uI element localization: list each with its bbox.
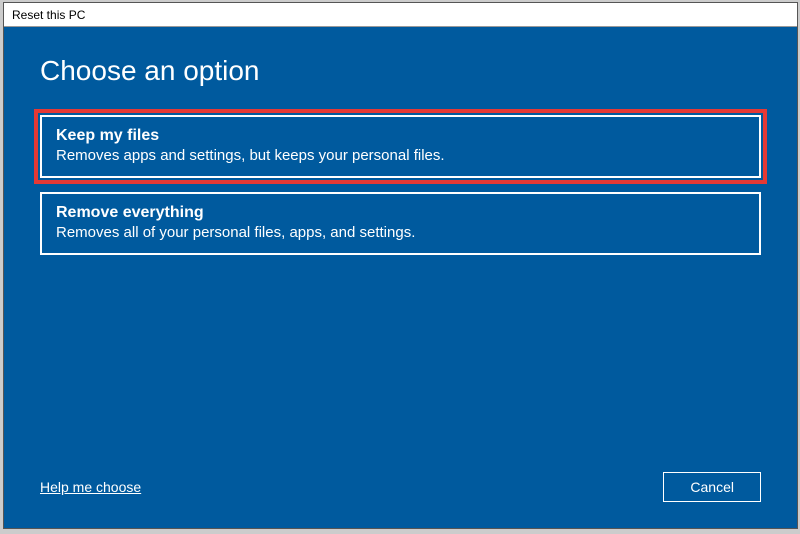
option-description: Removes all of your personal files, apps… (56, 224, 745, 241)
option-title: Remove everything (56, 204, 745, 222)
option-remove-everything[interactable]: Remove everything Removes all of your pe… (40, 192, 761, 255)
window-title: Reset this PC (12, 8, 85, 22)
help-me-choose-link[interactable]: Help me choose (40, 479, 141, 495)
options-list: Keep my files Removes apps and settings,… (40, 115, 761, 255)
option-description: Removes apps and settings, but keeps you… (56, 147, 745, 164)
content-area: Choose an option Keep my files Removes a… (4, 27, 797, 528)
titlebar: Reset this PC (4, 3, 797, 27)
option-keep-my-files[interactable]: Keep my files Removes apps and settings,… (40, 115, 761, 178)
footer: Help me choose Cancel (40, 472, 761, 502)
option-title: Keep my files (56, 127, 745, 145)
page-heading: Choose an option (40, 55, 761, 87)
reset-pc-window: Reset this PC Choose an option Keep my f… (3, 2, 798, 529)
cancel-button[interactable]: Cancel (663, 472, 761, 502)
